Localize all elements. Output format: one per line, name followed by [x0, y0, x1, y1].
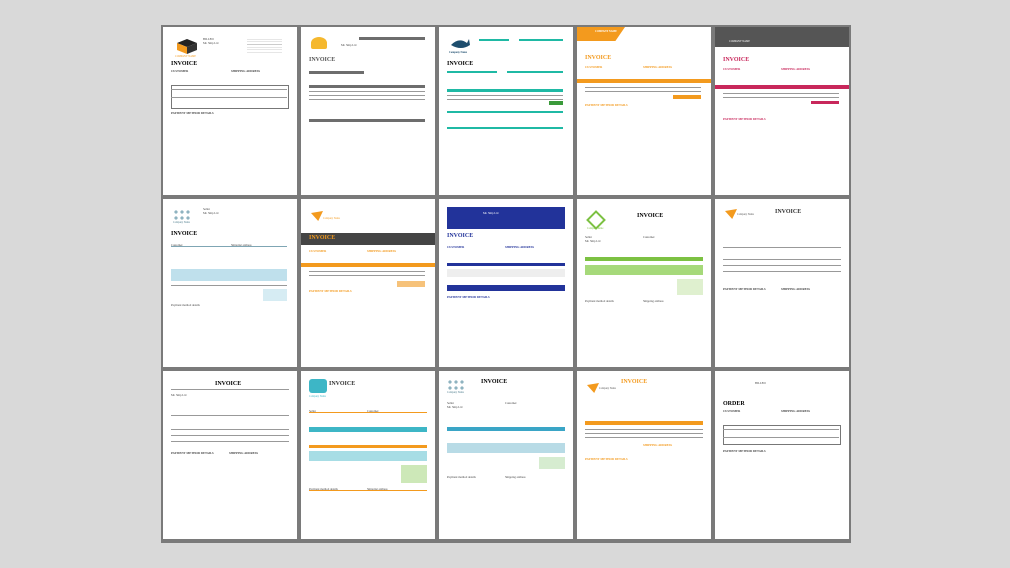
payment-label: PAYMENT METHOD DETAILS: [309, 289, 352, 293]
shipping-label: SHIPPING ADDRESS: [643, 65, 673, 69]
customer-label: CUSTOMER: [723, 409, 741, 413]
payment-label: PAYMENT METHOD DETAILS: [447, 295, 490, 299]
invoice-title: INVOICE: [171, 231, 198, 237]
invoice-template-10[interactable]: Company Name INVOICE PAYMENT METHOD DETA…: [715, 199, 849, 367]
invoice-title: INVOICE: [481, 379, 508, 385]
customer-label: CUSTOMER: [309, 249, 327, 253]
payment-label: Payment method details: [585, 299, 614, 303]
from-name: Mr. Ship Ltd: [171, 393, 187, 397]
from-name: Mr. Ship Ltd: [585, 239, 601, 243]
payment-label: Payment method details: [171, 303, 200, 307]
customer-label: CUSTOMER: [723, 67, 741, 71]
invoice-template-14[interactable]: Company Name INVOICE SHIPPING ADDRESS PA…: [577, 371, 711, 539]
invoice-template-1[interactable]: COMPANY NAME BILLED Mr. Ship Ltd INVOICE…: [163, 27, 297, 195]
order-title: ORDER: [723, 401, 745, 407]
crown-logo-icon: [311, 37, 327, 49]
from-name: Mr. Ship Ltd: [483, 211, 499, 215]
dots-logo-icon: [173, 209, 191, 221]
payment-label: PAYMENT METHOD DETAILS: [171, 451, 214, 455]
payment-label: PAYMENT METHOD DETAILS: [585, 103, 628, 107]
from-name: Mr. Ship Ltd: [341, 43, 357, 47]
invoice-template-15[interactable]: BILLED ORDER CUSTOMER SHIPPING ADDRESS P…: [715, 371, 849, 539]
logo-icon: [309, 379, 327, 393]
customer-label: CUSTOMER: [171, 69, 189, 73]
invoice-title: INVOICE: [309, 235, 336, 241]
payment-label: PAYMENT METHOD DETAILS: [723, 287, 766, 291]
dots-logo-icon: [447, 379, 465, 391]
invoice-title: INVOICE: [329, 381, 356, 387]
invoice-template-9[interactable]: Company name INVOICE Seller Mr. Ship Ltd…: [577, 199, 711, 367]
items-table: [723, 425, 841, 445]
invoice-template-7[interactable]: Company Name INVOICE CUSTOMER SHIPPING A…: [301, 199, 435, 367]
logo-text: Company Name: [737, 213, 754, 216]
payment-label: PAYMENT METHOD DETAILS: [723, 449, 766, 453]
logo-text: COMPANY NAME: [175, 55, 196, 58]
invoice-template-3[interactable]: Company Name INVOICE: [439, 27, 573, 195]
logo-text: Company Name: [449, 51, 467, 54]
invoice-title: INVOICE: [447, 61, 474, 67]
payment-label: PAYMENT METHOD DETAILS: [585, 457, 628, 461]
invoice-template-5[interactable]: COMPANY NAME INVOICE CUSTOMER SHIPPING A…: [715, 27, 849, 195]
invoice-template-4[interactable]: COMPANY NAME INVOICE CUSTOMER SHIPPING A…: [577, 27, 711, 195]
shipping-label: SHIPPING ADDRESS: [229, 451, 259, 455]
customer-label: CUSTOMER: [447, 245, 465, 249]
logo-text: Company Name: [599, 387, 616, 390]
invoice-title: INVOICE: [637, 213, 664, 219]
invoice-template-11[interactable]: INVOICE Mr. Ship Ltd PAYMENT METHOD DETA…: [163, 371, 297, 539]
bird-logo-icon: [587, 383, 599, 393]
logo-text: COMPANY NAME: [729, 40, 750, 43]
whale-logo-icon: [451, 39, 470, 48]
invoice-meta: [247, 37, 282, 53]
invoice-template-8[interactable]: Mr. Ship Ltd INVOICE CUSTOMER SHIPPING A…: [439, 199, 573, 367]
from-name: Mr. Ship Ltd: [447, 405, 463, 409]
invoice-title: INVOICE: [309, 57, 336, 63]
from-name: Mr. Ship Ltd: [203, 41, 219, 45]
bird-logo-icon: [725, 209, 737, 219]
invoice-template-13[interactable]: Company Name INVOICE Seller Mr. Ship Ltd…: [439, 371, 573, 539]
payment-label: PAYMENT METHOD DETAILS: [171, 111, 214, 115]
invoice-template-12[interactable]: INVOICE Company Name Seller Customer Pay…: [301, 371, 435, 539]
logo-text: COMPANY NAME: [595, 30, 617, 33]
logo-text: Company Name: [309, 395, 326, 398]
invoice-title: INVOICE: [621, 379, 648, 385]
shipping-label: SHIPPING ADDRESS: [643, 443, 673, 447]
billed-label: BILLED: [755, 381, 766, 385]
logo-text: Company Name: [323, 217, 340, 220]
invoice-title: INVOICE: [171, 61, 198, 67]
shipping-label: Shipping address: [505, 475, 526, 479]
from-name: Mr. Ship Ltd: [203, 211, 219, 215]
payment-label: Payment method details: [447, 475, 476, 479]
shipping-label: SHIPPING ADDRESS: [781, 67, 811, 71]
shipping-label: SHIPPING ADDRESS: [781, 409, 811, 413]
template-gallery: COMPANY NAME BILLED Mr. Ship Ltd INVOICE…: [161, 25, 851, 543]
logo-text: Company Name: [173, 221, 190, 224]
logo-text: Company name: [587, 227, 604, 230]
shipping-label: SHIPPING ADDRESS: [505, 245, 535, 249]
logo-text: Company Name: [447, 391, 464, 394]
shipping-label: Shipping address: [643, 299, 664, 303]
shipping-label: SHIPPING ADDRESS: [781, 287, 811, 291]
box-logo-icon: [177, 39, 197, 54]
invoice-title: INVOICE: [447, 233, 474, 239]
invoice-title: INVOICE: [723, 57, 750, 63]
customer-label: CUSTOMER: [585, 65, 603, 69]
customer-label: Customer: [643, 235, 655, 239]
payment-label: PAYMENT METHOD DETAILS: [723, 117, 766, 121]
invoice-template-2[interactable]: Mr. Ship Ltd INVOICE: [301, 27, 435, 195]
invoice-template-6[interactable]: Company Name Seller Mr. Ship Ltd INVOICE…: [163, 199, 297, 367]
shipping-label: SHIPPING ADDRESS: [367, 249, 397, 253]
invoice-title: INVOICE: [585, 55, 612, 61]
customer-label: Customer: [505, 401, 517, 405]
invoice-title: INVOICE: [215, 381, 242, 387]
bird-logo-icon: [311, 211, 323, 221]
shipping-label: SHIPPING ADDRESS: [231, 69, 261, 73]
invoice-title: INVOICE: [775, 209, 802, 215]
